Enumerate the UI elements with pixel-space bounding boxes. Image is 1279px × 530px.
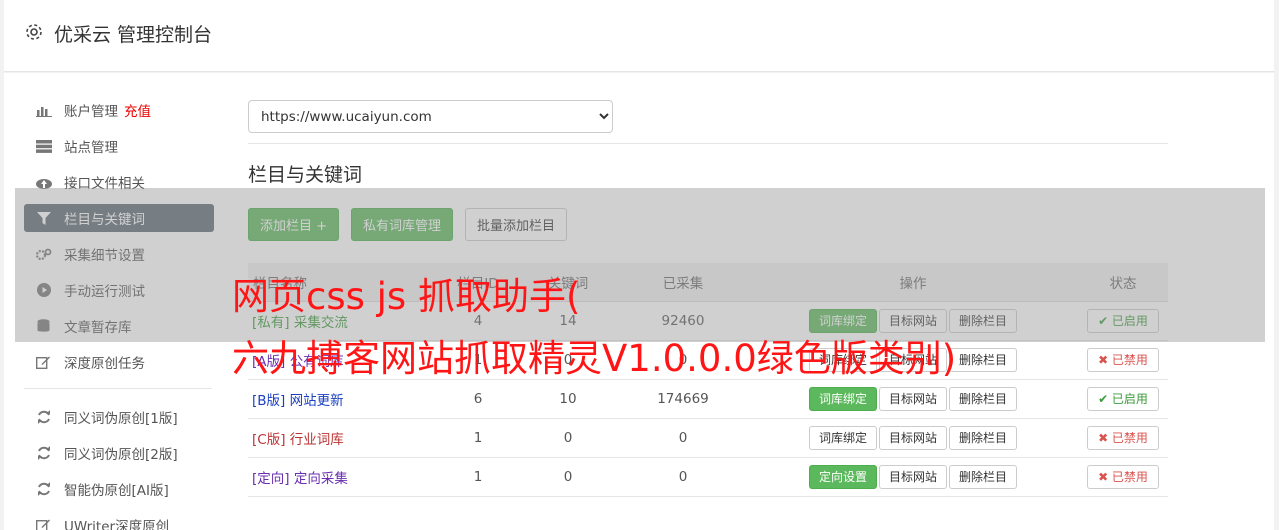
column-name[interactable]: 定向采集 [294, 471, 348, 487]
keyword-count-cell[interactable]: 10 [518, 379, 618, 419]
divider [248, 143, 1168, 144]
status-toggle-button[interactable]: ✖ 已禁用 [1087, 425, 1159, 450]
actions-cell: 词库绑定 目标网站 删除栏目 [748, 418, 1078, 458]
status-cell: ✔ 已启用 [1078, 379, 1168, 419]
keyword-count-cell[interactable]: 0 [518, 457, 618, 497]
recharge-link[interactable]: 充值 [124, 100, 151, 120]
server-icon [35, 139, 52, 153]
table-row: [C版] 行业词库 1 0 0 词库绑定 目标网站 删除栏目 ✖ 已禁用 [248, 418, 1168, 458]
column-name-cell[interactable]: [定向] 定向采集 [248, 457, 438, 497]
column-tag[interactable]: [C版] [252, 432, 285, 448]
edit-icon [35, 355, 52, 369]
refresh-icon [35, 410, 52, 424]
column-name-cell[interactable]: [B版] 网站更新 [248, 379, 438, 419]
collected-count-cell: 0 [618, 457, 748, 497]
table-row: [B版] 网站更新 6 10 174669 词库绑定 目标网站 删除栏目 ✔ 已启用 [248, 379, 1168, 419]
column-tag[interactable]: [定向] [252, 471, 290, 487]
bind-lib-button[interactable]: 词库绑定 [808, 425, 877, 450]
column-name[interactable]: 行业词库 [290, 432, 344, 448]
sidebar-item-uwriter[interactable]: UWriter深度原创 [24, 511, 214, 530]
sidebar-item-label: 站点管理 [64, 140, 118, 156]
column-id-cell: 1 [438, 457, 518, 497]
sidebar-item-account[interactable]: 账户管理 充值 [24, 96, 214, 124]
sidebar-item-label: 智能伪原创[AI版] [64, 483, 169, 499]
target-site-button[interactable]: 目标网站 [878, 464, 947, 489]
edit-icon [35, 518, 52, 530]
status-cell: ✖ 已禁用 [1078, 457, 1168, 497]
bind-lib-button[interactable]: 词库绑定 [808, 386, 877, 411]
column-name-cell[interactable]: [C版] 行业词库 [248, 418, 438, 458]
bind-lib-button[interactable]: 定向设置 [808, 464, 877, 489]
sidebar-item-label: 同义词伪原创[1版] [64, 411, 178, 427]
status-toggle-button[interactable]: ✔ 已启用 [1087, 386, 1159, 411]
column-id-cell: 1 [438, 418, 518, 458]
watermark-line-1: 网页css js 抓取助手( [232, 275, 581, 318]
keyword-count-cell[interactable]: 0 [518, 418, 618, 458]
section-title: 栏目与关键词 [248, 164, 363, 186]
actions-cell: 定向设置 目标网站 删除栏目 [748, 457, 1078, 497]
watermark-overlay [15, 188, 1265, 342]
delete-column-button[interactable]: 删除栏目 [949, 386, 1018, 411]
target-site-button[interactable]: 目标网站 [878, 425, 947, 450]
table-row: [定向] 定向采集 1 0 0 定向设置 目标网站 删除栏目 ✖ 已禁用 [248, 457, 1168, 497]
column-name[interactable]: 网站更新 [290, 393, 344, 409]
sidebar-item-ai-original[interactable]: 智能伪原创[AI版] [24, 475, 214, 503]
refresh-icon [35, 446, 52, 460]
collected-count-cell: 0 [618, 418, 748, 458]
sidebar-item-synonym-v1[interactable]: 同义词伪原创[1版] [24, 403, 214, 431]
watermark-line-2: 六九搏客网站抓取精灵V1.0.0.0绿色版类别) [232, 337, 957, 380]
site-select[interactable]: https://www.ucaiyun.com [248, 100, 613, 133]
target-site-button[interactable]: 目标网站 [878, 386, 947, 411]
refresh-icon [35, 482, 52, 496]
status-cell: ✖ 已禁用 [1078, 418, 1168, 458]
delete-column-button[interactable]: 删除栏目 [949, 464, 1018, 489]
sidebar-item-deep-original[interactable]: 深度原创任务 [24, 348, 214, 376]
sidebar-item-label: 深度原创任务 [64, 356, 145, 372]
page-title: 优采云 管理控制台 [54, 24, 213, 46]
collected-count-cell: 174669 [618, 379, 748, 419]
delete-column-button[interactable]: 删除栏目 [949, 347, 1018, 372]
column-tag[interactable]: [B版] [252, 393, 285, 409]
top-header: 优采云 管理控制台 [4, 0, 1274, 72]
actions-cell: 词库绑定 目标网站 删除栏目 [748, 379, 1078, 419]
sidebar-item-label: 同义词伪原创[2版] [64, 447, 178, 463]
bar-chart-icon [35, 103, 52, 117]
sidebar-divider [24, 388, 212, 389]
sidebar-item-label: UWriter深度原创 [64, 519, 170, 530]
status-toggle-button[interactable]: ✖ 已禁用 [1087, 347, 1159, 372]
gear-icon [26, 24, 42, 40]
status-cell: ✖ 已禁用 [1078, 340, 1168, 380]
sidebar-item-synonym-v2[interactable]: 同义词伪原创[2版] [24, 439, 214, 467]
delete-column-button[interactable]: 删除栏目 [949, 425, 1018, 450]
sidebar-item-sites[interactable]: 站点管理 [24, 132, 214, 160]
status-toggle-button[interactable]: ✖ 已禁用 [1087, 464, 1159, 489]
sidebar-item-label: 账户管理 [64, 104, 118, 120]
cloud-upload-icon [35, 175, 52, 189]
column-id-cell: 6 [438, 379, 518, 419]
